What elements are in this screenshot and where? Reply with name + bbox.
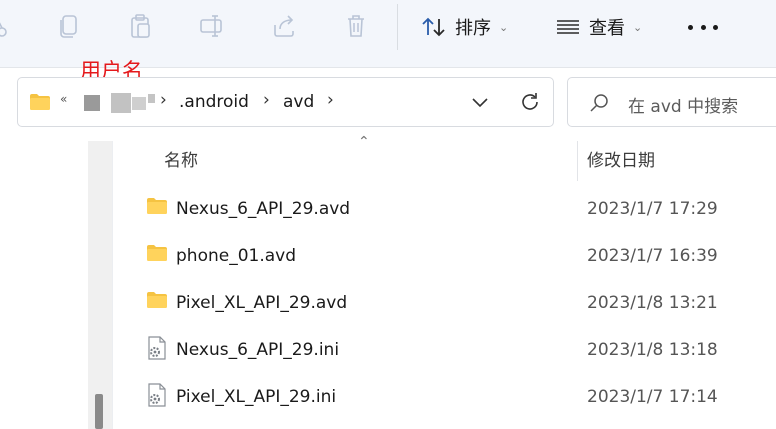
sort-ascending-icon: ⌃ <box>358 134 370 150</box>
file-row[interactable]: Pixel_XL_API_29.ini 2023/1/7 17:14 <box>113 374 776 421</box>
chevron-down-icon[interactable] <box>470 92 490 112</box>
column-resize-handle[interactable] <box>577 141 578 181</box>
chevron-right-icon[interactable]: › <box>327 90 334 110</box>
toolbar-separator <box>397 4 398 50</box>
file-date: 2023/1/7 17:14 <box>587 387 718 407</box>
breadcrumb-avd[interactable]: avd <box>283 91 314 113</box>
file-date: 2023/1/8 13:18 <box>587 340 718 360</box>
search-icon <box>590 94 608 112</box>
file-date: 2023/1/7 17:29 <box>587 199 718 219</box>
column-header-name[interactable]: 名称 <box>164 150 198 172</box>
redacted-username <box>148 94 155 103</box>
copy-icon[interactable] <box>55 12 83 40</box>
file-row[interactable]: Pixel_XL_API_29.avd 2023/1/8 13:21 <box>113 280 776 327</box>
column-header-modified[interactable]: 修改日期 <box>587 150 655 172</box>
file-row[interactable]: Nexus_6_API_29.avd 2023/1/7 17:29 <box>113 186 776 233</box>
config-file-icon <box>148 383 166 407</box>
file-name[interactable]: Pixel_XL_API_29.ini <box>176 386 336 408</box>
more-options-icon[interactable] <box>688 12 718 42</box>
file-name[interactable]: Nexus_6_API_29.ini <box>176 339 339 361</box>
redacted-username <box>132 97 146 110</box>
redacted-username <box>84 95 100 111</box>
hidden-path-icon[interactable]: « <box>60 92 67 106</box>
config-file-icon <box>148 336 166 360</box>
sort-label: 排序 <box>455 18 491 39</box>
scrollbar-thumb[interactable] <box>95 394 103 429</box>
scrollbar[interactable] <box>88 141 112 429</box>
folder-icon <box>147 292 167 308</box>
chevron-right-icon[interactable]: › <box>263 90 270 110</box>
chevron-down-icon: ⌄ <box>499 20 509 34</box>
sort-button[interactable]: 排序 ⌄ <box>421 12 508 42</box>
file-name[interactable]: phone_01.avd <box>176 245 296 267</box>
redacted-username <box>111 93 131 113</box>
view-button[interactable]: 查看 ⌄ <box>555 12 642 42</box>
address-bar[interactable]: « › .android › avd › <box>17 77 554 127</box>
file-date: 2023/1/7 16:39 <box>587 246 718 266</box>
delete-icon[interactable] <box>342 12 370 40</box>
paste-icon[interactable] <box>126 12 154 40</box>
file-row[interactable]: phone_01.avd 2023/1/7 16:39 <box>113 233 776 280</box>
rename-icon[interactable] <box>198 12 226 40</box>
share-icon[interactable] <box>270 12 298 40</box>
folder-icon <box>30 94 50 110</box>
search-box[interactable]: 在 avd 中搜索 <box>567 77 776 127</box>
folder-icon <box>147 245 167 261</box>
sort-icon <box>422 17 445 37</box>
file-date: 2023/1/8 13:21 <box>587 293 718 313</box>
view-label: 查看 <box>589 18 625 39</box>
folder-icon <box>147 198 167 214</box>
cut-icon[interactable] <box>0 12 14 40</box>
chevron-down-icon: ⌄ <box>633 20 643 34</box>
refresh-icon[interactable] <box>518 90 542 114</box>
file-name[interactable]: Pixel_XL_API_29.avd <box>176 292 347 314</box>
chevron-right-icon[interactable]: › <box>160 90 167 110</box>
file-name[interactable]: Nexus_6_API_29.avd <box>176 198 350 220</box>
breadcrumb-android[interactable]: .android <box>179 91 249 113</box>
search-placeholder: 在 avd 中搜索 <box>628 97 739 117</box>
file-row[interactable]: Nexus_6_API_29.ini 2023/1/8 13:18 <box>113 327 776 374</box>
view-icon <box>557 20 579 34</box>
